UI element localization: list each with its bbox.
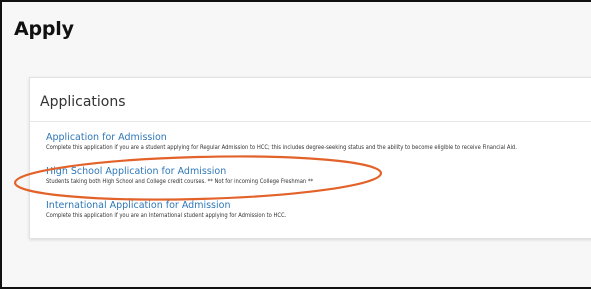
- application-item-international: International Application for Admission …: [46, 200, 286, 219]
- panel-divider: [30, 121, 591, 122]
- high-school-application-description: Students taking both High School and Col…: [46, 179, 314, 185]
- screenshot-frame: Apply Applications Application for Admis…: [0, 0, 591, 289]
- application-for-admission-link[interactable]: Application for Admission: [46, 132, 517, 143]
- application-item-admission: Application for Admission Complete this …: [46, 132, 517, 151]
- international-application-link[interactable]: International Application for Admission: [46, 200, 286, 211]
- application-item-high-school: High School Application for Admission St…: [46, 166, 313, 185]
- applications-panel: Applications Application for Admission C…: [29, 77, 591, 239]
- panel-title: Applications: [40, 94, 126, 110]
- page-title: Apply: [14, 18, 74, 40]
- high-school-application-link[interactable]: High School Application for Admission: [46, 166, 313, 177]
- application-for-admission-description: Complete this application if you are a s…: [46, 145, 517, 151]
- international-application-description: Complete this application if you are an …: [46, 213, 287, 219]
